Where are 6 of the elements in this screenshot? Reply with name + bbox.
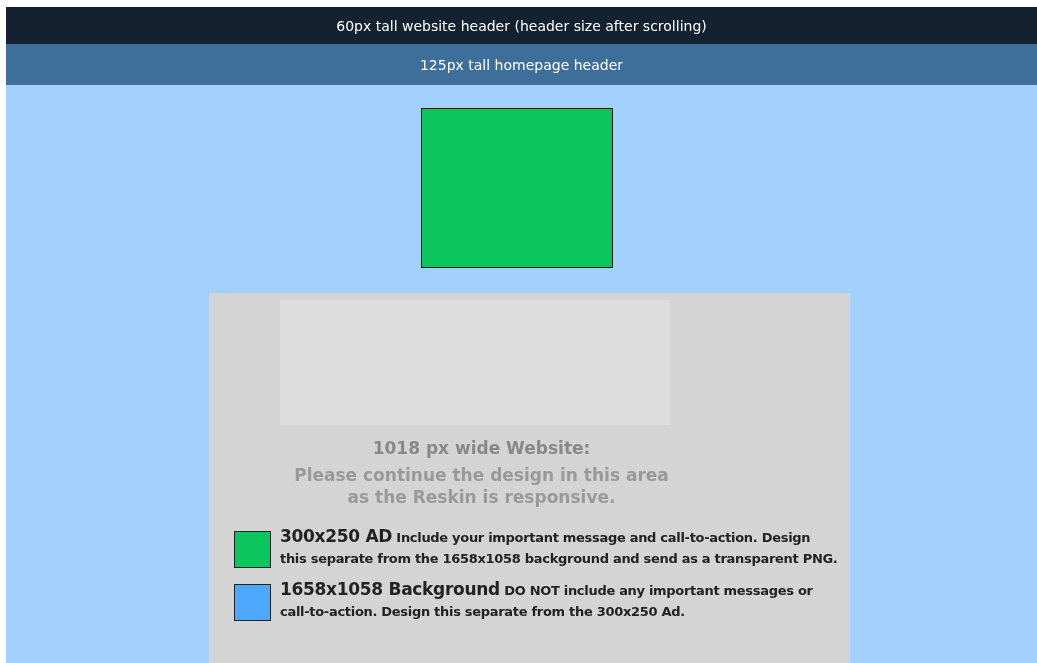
legend-text: 1658x1058 Background DO NOT include any important messages or call-to-action. Design this separate from the 300x250 Ad.: [280, 579, 814, 621]
legend-text: 300x250 AD Include your important message and call-to-action. Design this separate from the 1658x1058 background and send as a transparent PNG.: [280, 526, 839, 568]
website-note: Please continue the design in this area as the Reskin is responsive.: [294, 464, 669, 508]
header-bar: 125px tall homepage header: [6, 44, 1037, 85]
header-bar: 60px tall website header (header size after scrolling): [6, 7, 1037, 44]
website-title: 1018 px wide Website:: [372, 438, 591, 458]
